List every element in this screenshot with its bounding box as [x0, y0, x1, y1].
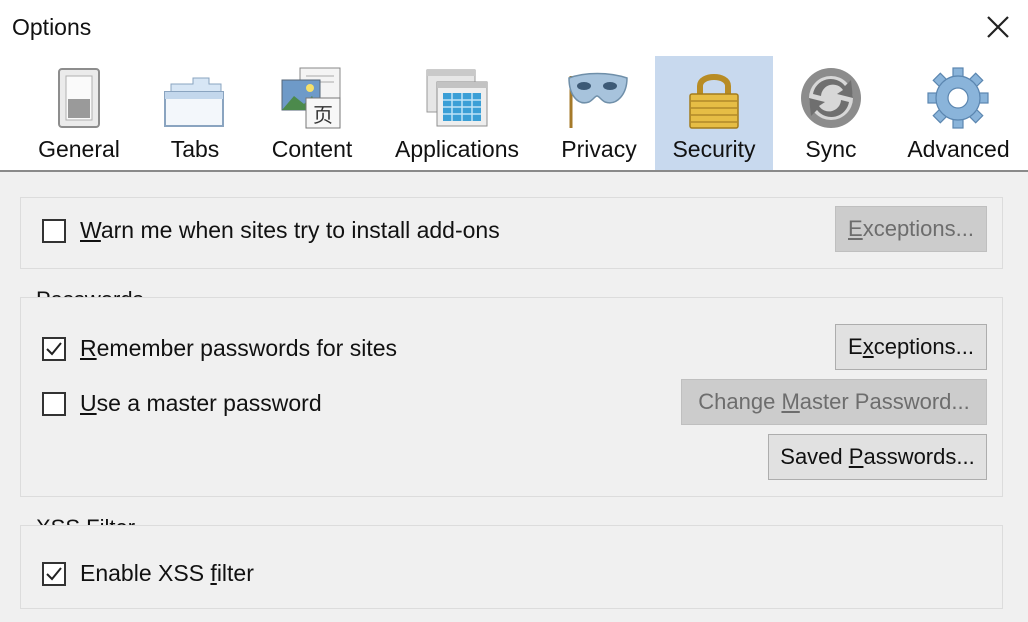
close-button[interactable]: [970, 0, 1028, 56]
tab-general[interactable]: General: [20, 56, 138, 170]
enable-xss-filter-label[interactable]: Enable XSS filter: [80, 560, 254, 587]
switch-icon: [58, 68, 100, 128]
tab-tabs[interactable]: Tabs: [138, 56, 252, 170]
applications-icon: [426, 69, 488, 127]
addons-exceptions-button[interactable]: Exceptions...: [835, 206, 987, 252]
tab-advanced[interactable]: Advanced: [889, 56, 1028, 170]
tab-label: Tabs: [170, 136, 220, 162]
gear-icon: [927, 67, 989, 129]
padlock-icon: [689, 74, 739, 129]
warn-addons-checkbox[interactable]: [42, 219, 66, 243]
category-toolbar: General Tabs 页 Content Applications Priv…: [0, 56, 1028, 172]
tab-label: Content: [271, 136, 353, 162]
warn-addons-label[interactable]: Warn me when sites try to install add-on…: [80, 217, 500, 244]
tab-label: General: [38, 136, 120, 162]
tabs-icon: [164, 77, 224, 127]
mask-icon: [568, 72, 628, 128]
saved-passwords-button[interactable]: Saved Passwords...: [768, 434, 987, 480]
remember-passwords-label[interactable]: Remember passwords for sites: [80, 335, 397, 362]
title-bar: Options: [0, 0, 1028, 56]
checkmark-icon: [46, 567, 62, 581]
remember-passwords-checkbox[interactable]: [42, 337, 66, 361]
tab-label: Applications: [394, 136, 520, 162]
tab-sync[interactable]: Sync: [773, 56, 889, 170]
window-title: Options: [12, 14, 92, 40]
tab-content[interactable]: 页 Content: [252, 56, 372, 170]
tab-security[interactable]: Security: [655, 56, 773, 170]
content-icon: 页: [281, 67, 341, 129]
master-password-checkbox[interactable]: [42, 392, 66, 416]
master-password-label[interactable]: Use a master password: [80, 390, 322, 417]
change-master-password-button[interactable]: Change Master Password...: [681, 379, 987, 425]
tab-applications[interactable]: Applications: [386, 56, 528, 170]
enable-xss-filter-checkbox[interactable]: [42, 562, 66, 586]
close-icon: [987, 16, 1009, 38]
svg-text:页: 页: [313, 103, 333, 127]
tab-label: Privacy: [561, 136, 637, 162]
tab-label: Advanced: [907, 136, 1010, 162]
tab-label: Security: [672, 136, 756, 162]
sync-icon: [801, 68, 861, 128]
checkmark-icon: [46, 342, 62, 356]
password-exceptions-button[interactable]: Exceptions...: [835, 324, 987, 370]
tab-privacy[interactable]: Privacy: [543, 56, 655, 170]
tab-label: Sync: [805, 136, 857, 162]
